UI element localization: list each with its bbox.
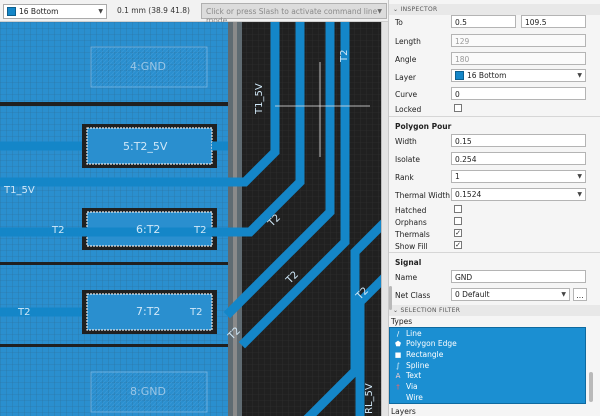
- net-class-more-button[interactable]: ...: [573, 288, 587, 301]
- pcb-board-svg: 4:GND 5:T2_5V 6:T2 7:T2 8:GND T1_5V T2 T…: [0, 22, 381, 416]
- thermals-label: Thermals: [395, 230, 430, 239]
- net-name-field[interactable]: GND: [451, 270, 586, 283]
- angle-label: Angle: [395, 55, 417, 64]
- rectangle-icon: ■: [394, 350, 402, 359]
- net-label: RL_5V: [364, 383, 375, 414]
- net-label: T2: [339, 50, 350, 63]
- hatched-checkbox[interactable]: [454, 205, 462, 213]
- rank-label: Rank: [395, 173, 414, 182]
- show-fill-label: Show Fill: [395, 242, 428, 251]
- type-item-spline[interactable]: ∫ Spline: [394, 361, 429, 370]
- pad-label: 6:T2: [136, 223, 160, 236]
- layer-select[interactable]: 16 Bottom ▼: [451, 69, 586, 82]
- net-label: T2: [193, 225, 206, 236]
- chevron-down-icon: ▼: [561, 291, 566, 298]
- pad-label: 8:GND: [130, 385, 166, 398]
- layer-color-swatch: [7, 7, 16, 16]
- pad-label: 5:T2_5V: [123, 140, 168, 153]
- layer-dropdown-label: 16 Bottom: [19, 7, 59, 16]
- layer-select-value: 16 Bottom: [467, 71, 507, 80]
- width-label: Width: [395, 137, 417, 146]
- layers-label: Layers: [391, 407, 416, 416]
- polygon-edge-icon: ⬟: [394, 339, 402, 348]
- signal-section: Signal: [395, 258, 422, 267]
- net-label: T1_5V: [3, 185, 35, 196]
- text-icon: A: [395, 371, 401, 380]
- chevron-down-icon: ▼: [98, 8, 103, 15]
- selection-filter-header[interactable]: ⌄ SELECTION FILTER: [389, 305, 600, 316]
- name-label: Name: [395, 273, 418, 282]
- chevron-down-icon: ▼: [577, 173, 582, 180]
- types-label: Types: [391, 317, 413, 326]
- type-item-line[interactable]: / Line: [394, 329, 422, 338]
- layer-color-swatch: [455, 71, 464, 80]
- type-item-text[interactable]: A Text: [394, 371, 422, 380]
- to-label: To: [395, 18, 403, 27]
- type-item-rectangle[interactable]: ■ Rectangle: [394, 350, 444, 359]
- net-class-select[interactable]: 0 Default ▼: [451, 288, 570, 301]
- net-label: T2: [189, 307, 202, 318]
- inspector-panel: ⌄ INSPECTOR To 0.5 109.5 Length 129 Angl…: [388, 0, 600, 416]
- chevron-down-icon: ▼: [577, 72, 582, 79]
- locked-label: Locked: [395, 105, 422, 114]
- thermal-width-select[interactable]: 0.1524 ▼: [451, 188, 586, 201]
- length-field: 129: [451, 34, 586, 47]
- coordinate-readout: 0.1 mm (38.9 41.8): [117, 6, 190, 15]
- line-icon: /: [396, 329, 400, 338]
- hatched-label: Hatched: [395, 206, 427, 215]
- type-item-via[interactable]: † Via: [394, 382, 417, 391]
- net-label: T1_5V: [254, 83, 265, 115]
- thermal-width-value: 0.1524: [455, 190, 482, 199]
- width-field[interactable]: 0.15: [451, 134, 586, 147]
- rank-select-value: 1: [455, 172, 460, 181]
- show-fill-checkbox[interactable]: ✓: [454, 241, 462, 249]
- rank-select[interactable]: 1 ▼: [451, 170, 586, 183]
- orphans-checkbox[interactable]: [454, 217, 462, 225]
- pcb-canvas[interactable]: 4:GND 5:T2_5V 6:T2 7:T2 8:GND T1_5V T2 T…: [0, 22, 381, 416]
- thermals-checkbox[interactable]: ✓: [454, 229, 462, 237]
- isolate-field[interactable]: 0.254: [451, 152, 586, 165]
- angle-field: 180: [451, 52, 586, 65]
- locked-checkbox[interactable]: [454, 104, 462, 112]
- pad-label: 7:T2: [136, 305, 160, 318]
- length-label: Length: [395, 37, 421, 46]
- chevron-down-icon: ▼: [577, 191, 582, 198]
- inspector-header[interactable]: ⌄ INSPECTOR: [389, 4, 600, 15]
- panel-splitter[interactable]: [381, 22, 388, 416]
- layer-dropdown[interactable]: 16 Bottom ▼: [3, 4, 107, 19]
- layer-label: Layer: [395, 73, 416, 82]
- chevron-down-icon: ▼: [377, 8, 382, 15]
- curve-label: Curve: [395, 90, 418, 99]
- inspector-scrollbar[interactable]: [389, 286, 392, 310]
- types-list[interactable]: / Line ⬟ Polygon Edge ■ Rectangle ∫ Spline A…: [389, 327, 586, 404]
- net-label: T2: [17, 307, 30, 318]
- type-item-polygon-edge[interactable]: ⬟ Polygon Edge: [394, 339, 457, 348]
- net-class-label: Net Class: [395, 291, 431, 300]
- pad-label: 4:GND: [130, 60, 166, 73]
- isolate-label: Isolate: [395, 155, 420, 164]
- spline-icon: ∫: [396, 361, 400, 370]
- to-y-field[interactable]: 109.5: [521, 15, 586, 28]
- via-icon: †: [396, 382, 400, 391]
- net-class-value: 0 Default: [455, 290, 490, 299]
- orphans-label: Orphans: [395, 218, 427, 227]
- type-item-wire[interactable]: Wire: [394, 393, 423, 402]
- types-scrollbar[interactable]: [589, 372, 593, 402]
- command-line-input[interactable]: Click or press Slash to activate command…: [201, 3, 387, 25]
- curve-field[interactable]: 0: [451, 87, 586, 100]
- thermal-width-label: Thermal Width: [395, 191, 451, 200]
- to-x-field[interactable]: 0.5: [451, 15, 516, 28]
- collapse-icon: ⌄: [393, 307, 401, 314]
- net-label: T2: [51, 225, 64, 236]
- collapse-icon: ⌄: [393, 6, 401, 13]
- polygon-pour-section: Polygon Pour: [395, 122, 452, 131]
